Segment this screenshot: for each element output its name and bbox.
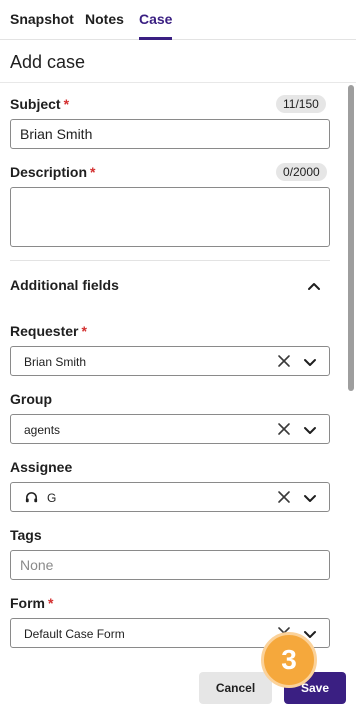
chevron-down-icon[interactable] (303, 491, 317, 505)
requester-label: Requester * (10, 323, 87, 339)
chevron-down-icon[interactable] (303, 355, 317, 369)
subject-input-value: Brian Smith (20, 126, 93, 142)
group-select[interactable]: agents (10, 414, 330, 444)
requester-select[interactable]: Brian Smith (10, 346, 330, 376)
description-label: Description * (10, 164, 96, 180)
requester-value: Brian Smith (24, 355, 87, 369)
description-char-counter: 0/2000 (276, 163, 327, 181)
headset-icon (25, 492, 38, 503)
tags-input[interactable]: None (10, 550, 330, 580)
tags-label: Tags (10, 527, 42, 543)
group-value: agents (24, 423, 61, 437)
form-value: Default Case Form (24, 627, 125, 641)
assignee-value: G (47, 491, 57, 505)
tags-placeholder: None (20, 557, 54, 573)
tab-snapshot[interactable]: Snapshot (10, 11, 74, 40)
step-badge: 3 (261, 632, 317, 688)
required-mark: * (81, 323, 87, 339)
required-mark: * (63, 96, 70, 112)
additional-fields-header[interactable]: Additional fields (10, 277, 119, 293)
clear-icon[interactable] (277, 490, 291, 504)
subject-input[interactable]: Brian Smith (10, 119, 330, 149)
tab-case[interactable]: Case (139, 11, 173, 40)
chevron-down-icon[interactable] (303, 423, 317, 437)
page-title: Add case (10, 52, 86, 72)
subject-char-counter: 11/150 (276, 95, 326, 113)
group-label: Group (10, 391, 52, 407)
required-mark: * (48, 595, 54, 611)
assignee-label: Assignee (10, 459, 73, 475)
tab-bar: Snapshot Notes Case (0, 0, 356, 40)
chevron-up-icon[interactable] (306, 278, 322, 294)
assignee-select[interactable]: G (10, 482, 330, 512)
description-textarea[interactable] (10, 187, 330, 247)
section-divider (10, 260, 330, 261)
header-divider (0, 82, 356, 83)
subject-label: Subject * (10, 96, 70, 112)
clear-icon[interactable] (277, 354, 291, 368)
cancel-button[interactable]: Cancel (199, 672, 272, 704)
form-label: Form * (10, 595, 54, 611)
required-mark: * (90, 164, 96, 180)
scrollbar[interactable] (348, 85, 354, 391)
clear-icon[interactable] (277, 422, 291, 436)
tab-notes[interactable]: Notes (85, 11, 124, 40)
